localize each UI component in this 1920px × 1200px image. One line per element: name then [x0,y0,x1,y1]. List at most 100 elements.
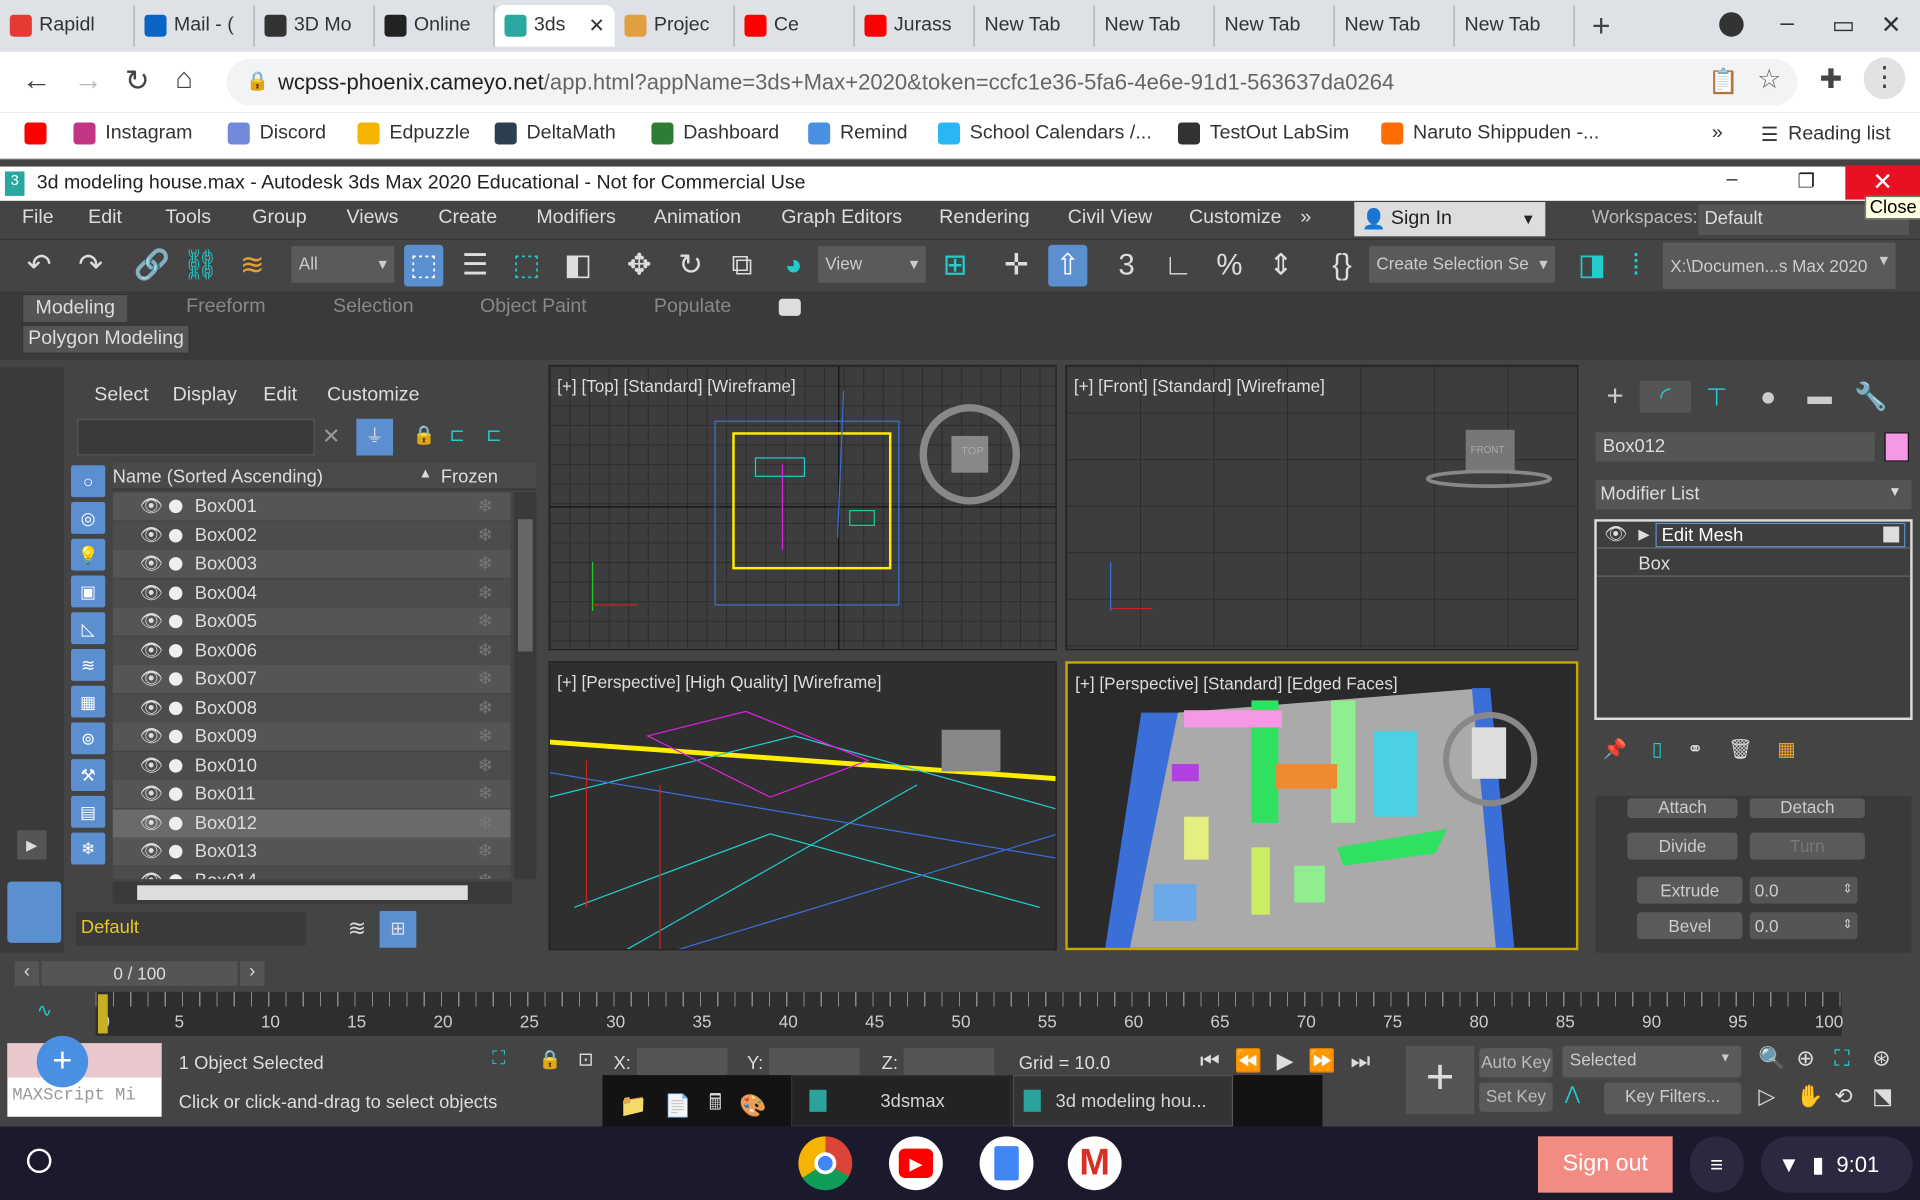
eye-icon[interactable]: 👁 [140,667,163,690]
modifier-list-dropdown[interactable]: Modifier List ▼ [1595,480,1912,510]
set-key-button[interactable]: Set Key [1479,1082,1553,1112]
display-lights-icon[interactable]: 💡 [71,538,106,571]
menu-edit[interactable]: Edit [88,207,122,229]
select-object-icon[interactable]: ⬚ [404,244,444,287]
menu-views[interactable]: Views [347,207,399,229]
bookmark-4[interactable]: DeltaMath [494,122,616,145]
menu-civil-view[interactable]: Civil View [1068,207,1153,229]
display-helpers-icon[interactable]: ◺ [71,612,106,645]
orbit-icon[interactable]: ⟲ [1834,1084,1872,1110]
stack-toggle-icon[interactable] [1883,526,1900,543]
eye-icon[interactable]: 👁 [140,639,163,661]
stack-item-edit-mesh[interactable]: 👁 ▶ Edit Mesh [1596,522,1911,549]
viewport-label[interactable]: [+] [Perspective] [Standard] [Edged Face… [1075,673,1398,693]
motion-tab-icon[interactable]: ● [1742,381,1793,413]
explorer-search-input[interactable] [77,418,315,456]
object-color-swatch[interactable] [1884,432,1909,462]
frozen-icon[interactable]: ❄ [478,696,493,718]
prev-frame-button[interactable]: ‹ [14,961,40,986]
stack-item-box[interactable]: Box [1596,550,1911,577]
rectangular-selection-icon[interactable]: ⬚ [507,245,546,287]
tab-close-icon[interactable]: ✕ [588,13,604,37]
percent-snap-icon[interactable]: % [1210,245,1249,287]
render-dot-icon[interactable] [168,816,183,830]
close-window-icon[interactable]: ✕ [1881,10,1902,41]
window-crossing-icon[interactable]: ◧ [558,245,597,287]
explorer-horizontal-scrollbar[interactable] [112,881,512,904]
rotate-icon[interactable]: ↻ [671,245,710,287]
frozen-icon[interactable]: ❄ [478,725,493,747]
display-containers-icon[interactable]: ▤ [71,795,106,828]
eye-icon[interactable]: 👁 [1604,523,1627,545]
column-frozen-header[interactable]: Frozen [441,467,498,488]
frozen-icon[interactable]: ❄ [478,639,493,661]
track-bar[interactable]: 0510152025303540455055606570758085909510… [95,991,1843,1036]
next-frame-icon[interactable]: ⏩ [1308,1048,1335,1074]
explorer-menu-customize[interactable]: Customize [327,384,420,406]
chrome-menu-icon[interactable]: ⋮ [1863,57,1906,100]
select-manipulate-icon[interactable]: ✛ [997,245,1036,287]
ribbon-panel-polygon-modeling[interactable]: Polygon Modeling [22,324,191,354]
key-filters-button[interactable]: Key Filters... [1604,1082,1742,1115]
viewport-front[interactable]: [+] [Front] [Standard] [Wireframe] FRONT [1065,364,1579,651]
scene-item-box004[interactable]: 👁 Box004 ❄ [112,578,511,607]
named-selection-dropdown[interactable]: Create Selection Se [1368,246,1556,283]
notepad-icon[interactable]: 📄 [664,1093,691,1119]
viewport-perspective-wireframe[interactable]: [+] [Perspective] [High Quality] [Wirefr… [548,661,1057,951]
z-coordinate-input[interactable] [903,1048,995,1078]
scene-item-box009[interactable]: 👁 Box009 ❄ [112,722,511,751]
eye-icon[interactable]: 👁 [140,552,163,574]
time-slider[interactable]: 0 / 100 [41,961,238,986]
eye-icon[interactable]: 👁 [140,523,163,546]
eye-icon[interactable]: 👁 [140,725,163,747]
filter-icon[interactable]: ⏚ [356,418,394,456]
tab-0[interactable]: Rapidl [0,4,135,47]
profile-dropdown-icon[interactable] [1719,12,1744,37]
home-icon[interactable]: ⌂ [175,62,193,96]
sign-out-button[interactable]: Sign out [1537,1136,1673,1193]
frozen-icon[interactable]: ❄ [478,552,493,574]
make-unique-icon[interactable]: ⚭ [1687,737,1703,761]
ribbon-tab-selection[interactable]: Selection [333,296,414,318]
menu-file[interactable]: File [22,207,54,229]
eye-icon[interactable]: 👁 [140,495,163,517]
url-input[interactable]: 🔒 wcpss-phoenix.cameyo.net/app.html?appN… [226,58,1798,106]
minimize-icon[interactable]: – [1780,10,1794,38]
modify-tab-icon[interactable]: ◜ [1639,380,1692,413]
unlink-icon[interactable]: ⛓ [181,245,220,287]
bookmark-3[interactable]: Edpuzzle [357,122,470,145]
tab-4[interactable]: 3ds ✕ [494,4,615,47]
utilities-tab-icon[interactable]: 🔧 [1845,381,1896,413]
absolute-mode-icon[interactable]: ⊡ [578,1048,593,1070]
remove-modifier-icon[interactable]: 🗑 [1728,737,1753,761]
frozen-icon[interactable]: ❄ [478,667,493,690]
go-to-end-icon[interactable]: ⏭ [1350,1048,1370,1074]
render-dot-icon[interactable] [168,787,183,801]
bookmark-7[interactable]: School Calendars /... [937,122,1152,145]
display-groups-icon[interactable]: ▦ [71,685,106,718]
edit-named-selection-icon[interactable]: {} [1322,245,1361,287]
key-mode-dropdown[interactable]: Selected ▼ [1562,1045,1742,1078]
eye-icon[interactable]: 👁 [140,869,163,879]
scene-item-box005[interactable]: 👁 Box005 ❄ [112,607,511,636]
bookmark-8[interactable]: TestOut LabSim [1177,122,1349,145]
forward-icon[interactable]: → [73,64,102,98]
link-icon[interactable]: 🔗 [132,245,171,287]
selection-filter-dropdown[interactable]: All [291,246,395,283]
set-keys-icon[interactable]: + [1405,1045,1475,1115]
layer-hierarchy-icon[interactable]: ⊏ [486,424,501,446]
viewport-top[interactable]: [+] [Top] [Standard] [Wireframe] TOP [548,364,1057,651]
frozen-icon[interactable]: ❄ [478,754,493,776]
file-explorer-icon[interactable]: 📁 [620,1093,647,1119]
pan-icon[interactable]: ✋ [1796,1084,1834,1110]
render-dot-icon[interactable] [168,729,183,744]
eye-icon[interactable]: 👁 [140,754,163,776]
undo-icon[interactable]: ↶ [20,245,59,287]
default-tangents-icon[interactable]: ⋀ [1565,1082,1580,1105]
extrude-button[interactable]: Extrude [1637,876,1743,904]
viewcube-top[interactable]: TOP [961,444,983,456]
maxscript-input[interactable]: MAXScript Mi [12,1086,135,1106]
menu-modifiers[interactable]: Modifiers [536,207,615,229]
render-dot-icon[interactable] [168,758,183,773]
new-tab-button[interactable]: + [1592,7,1611,45]
